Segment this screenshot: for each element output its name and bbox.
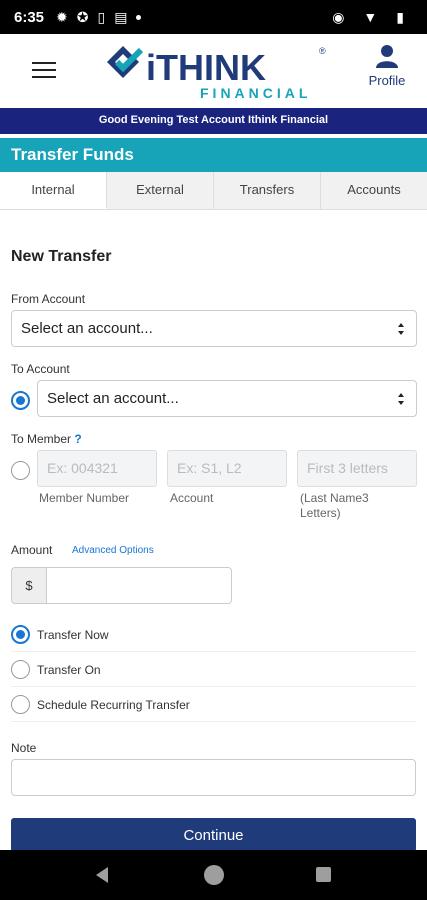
form-heading: New Transfer <box>11 248 112 265</box>
logo-text: iTHINK <box>146 47 266 88</box>
status-time: 6:35 <box>14 8 45 26</box>
app-header: iTHINK ® FINANCIAL Profile <box>0 34 427 108</box>
user-icon <box>376 45 398 68</box>
svg-text:®: ® <box>319 46 326 56</box>
to-account-value: Select an account... <box>47 390 179 407</box>
ithink-financial-logo: iTHINK ® FINANCIAL <box>107 46 326 101</box>
member-account-caption: Account <box>170 491 214 505</box>
to-account-select[interactable]: Select an account... <box>37 380 417 417</box>
tab-accounts[interactable]: Accounts <box>321 172 427 209</box>
profile-button[interactable]: Profile <box>365 44 409 88</box>
option-transfer-now[interactable]: Transfer Now <box>11 618 416 652</box>
member-letters-input[interactable]: First 3 letters <box>297 450 417 487</box>
select-arrows-icon <box>398 323 404 335</box>
help-icon[interactable]: ? <box>74 432 81 446</box>
profile-label: Profile <box>368 73 406 88</box>
to-member-label: To Member ? <box>11 432 82 446</box>
transfer-now-label: Transfer Now <box>37 628 109 642</box>
tab-internal[interactable]: Internal <box>0 172 107 209</box>
tab-bar: Internal External Transfers Accounts <box>0 172 427 210</box>
option-transfer-on[interactable]: Transfer On <box>11 653 416 687</box>
from-account-value: Select an account... <box>21 320 153 337</box>
battery-icon: ▮ <box>396 9 404 25</box>
vibrate-icon: ◉ <box>332 9 345 25</box>
schedule-recurring-radio[interactable] <box>11 695 30 714</box>
advanced-options-link[interactable]: Advanced Options <box>72 545 154 556</box>
to-account-radio[interactable] <box>11 391 30 410</box>
back-icon[interactable] <box>96 867 108 883</box>
menu-icon[interactable] <box>32 62 56 80</box>
transfer-on-label: Transfer On <box>37 663 101 677</box>
recents-icon[interactable] <box>316 867 331 882</box>
amount-input[interactable] <box>47 567 232 604</box>
transfer-on-radio[interactable] <box>11 660 30 679</box>
schedule-recurring-label: Schedule Recurring Transfer <box>37 698 190 712</box>
status-bar: 6:35 ✹ ✪ ▯ ▤ ◉ ▼ ▮ <box>0 0 427 34</box>
to-account-label: To Account <box>11 362 70 376</box>
select-arrows-icon <box>398 393 404 405</box>
continue-button[interactable]: Continue <box>11 818 416 852</box>
from-account-select[interactable]: Select an account... <box>11 310 417 347</box>
logo-subtext: FINANCIAL <box>200 85 311 101</box>
option-schedule-recurring[interactable]: Schedule Recurring Transfer <box>11 688 416 722</box>
note-label: Note <box>11 741 37 755</box>
member-letters-caption: (Last Name3 Letters) <box>300 491 369 520</box>
home-icon[interactable] <box>204 865 224 885</box>
page-title: Transfer Funds <box>0 138 427 172</box>
to-member-radio[interactable] <box>11 461 30 480</box>
greeting-banner: Good Evening Test Account Ithink Financi… <box>0 108 427 138</box>
settings-gear-icon: ✹ <box>56 9 68 25</box>
member-number-caption: Member Number <box>39 491 130 505</box>
tab-transfers[interactable]: Transfers <box>214 172 321 209</box>
amount-label: Amount <box>11 543 53 557</box>
currency-prefix: $ <box>11 567 47 604</box>
member-account-input[interactable]: Ex: S1, L2 <box>167 450 287 487</box>
transfer-now-radio[interactable] <box>11 625 30 644</box>
phone-icon: ▯ <box>97 9 106 25</box>
note-input[interactable] <box>11 759 416 796</box>
member-number-input[interactable]: Ex: 004321 <box>37 450 157 487</box>
system-nav-bar <box>0 850 427 900</box>
notification-dot-icon <box>136 14 142 20</box>
wifi-icon: ▼ <box>363 9 378 25</box>
from-account-label: From Account <box>11 292 86 306</box>
news-icon: ▤ <box>114 9 128 25</box>
tab-external[interactable]: External <box>107 172 214 209</box>
sync-icon: ✪ <box>76 9 89 25</box>
